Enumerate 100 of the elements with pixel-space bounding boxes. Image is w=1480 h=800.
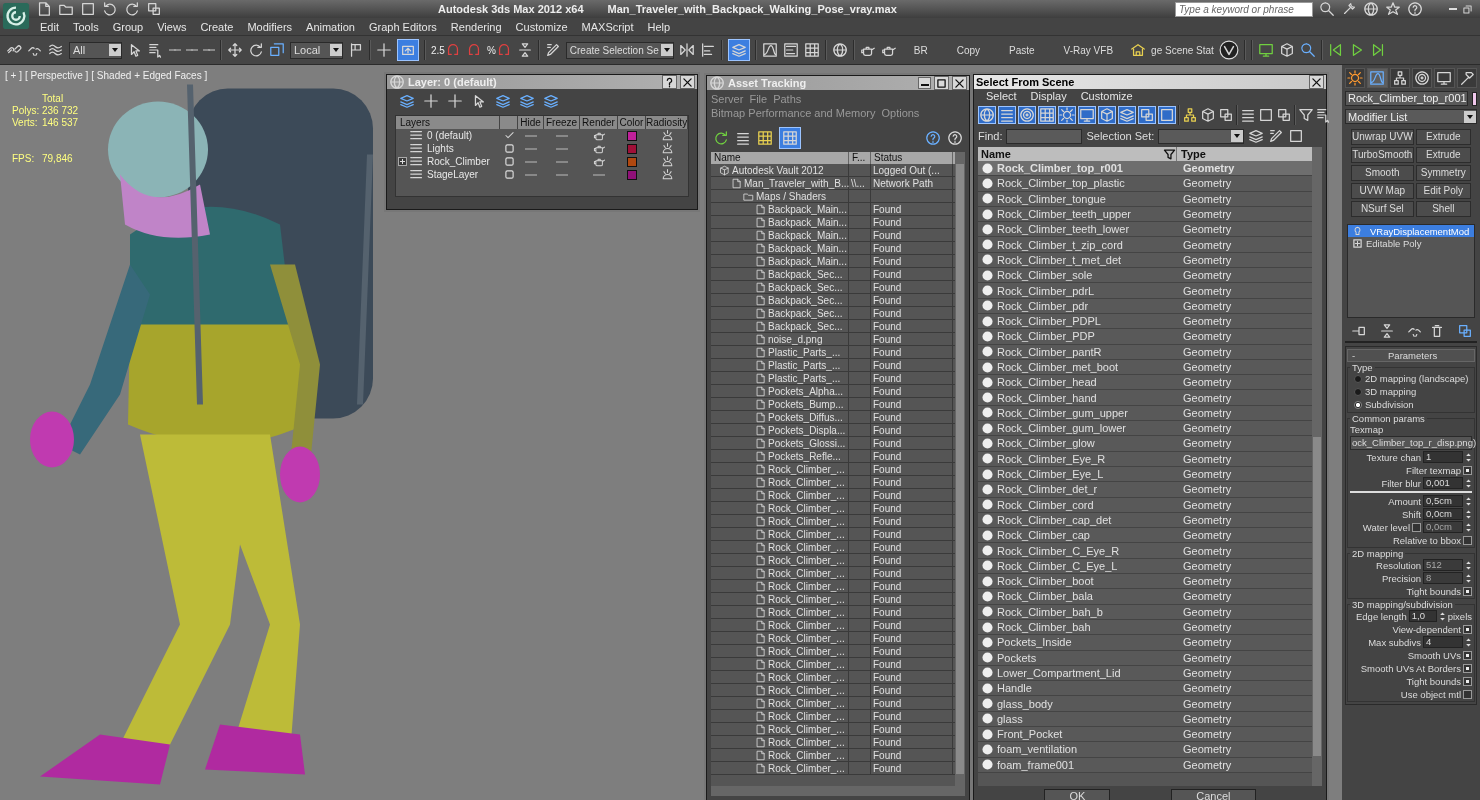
asset-name-cell[interactable]: Rock_Climber_... bbox=[711, 658, 849, 670]
asset-name-cell[interactable]: Rock_Climber_... bbox=[711, 567, 849, 579]
move-icon[interactable] bbox=[227, 42, 243, 58]
flashlight-icon[interactable] bbox=[1299, 42, 1316, 58]
asset-name-cell[interactable]: Pockets_Glossi... bbox=[711, 437, 849, 449]
panel-tab[interactable] bbox=[1345, 68, 1366, 88]
asset-name-cell[interactable]: Rock_Climber_... bbox=[711, 736, 849, 748]
render-frame-icon[interactable] bbox=[1257, 42, 1274, 58]
checkbox[interactable] bbox=[1463, 586, 1472, 596]
asset-name-cell[interactable]: Rock_Climber_... bbox=[711, 749, 849, 761]
modifier-stack-item[interactable]: Editable Poly bbox=[1348, 237, 1474, 249]
panel-tab[interactable] bbox=[1456, 68, 1477, 88]
selection-set-dropdown[interactable] bbox=[1158, 128, 1245, 144]
checkbox-icon[interactable] bbox=[502, 168, 516, 181]
panel-tab[interactable] bbox=[1434, 68, 1455, 88]
asset-name-cell[interactable]: Rock_Climber_... bbox=[711, 580, 849, 592]
mirror-icon[interactable] bbox=[678, 42, 695, 58]
object-color-swatch[interactable] bbox=[1471, 91, 1477, 106]
asset-name-cell[interactable]: Rock_Climber_... bbox=[711, 619, 849, 631]
viewport-label[interactable]: [ Shaded + Edged Faces ] bbox=[91, 70, 208, 81]
spinner-snap-icon[interactable] bbox=[516, 42, 533, 58]
percent-snap-toggle[interactable]: % bbox=[486, 42, 512, 58]
checkbox[interactable] bbox=[1463, 676, 1472, 686]
asset-name-cell[interactable]: Maps / Shaders bbox=[711, 190, 849, 202]
object-row[interactable]: Pockets_Inside Geometry bbox=[978, 635, 1312, 651]
light-icon[interactable] bbox=[1058, 106, 1076, 124]
star-icon[interactable] bbox=[1385, 1, 1401, 17]
menu-item[interactable]: Create bbox=[193, 20, 241, 33]
filter-toggle-icon[interactable] bbox=[1078, 106, 1096, 124]
modifier-list-dropdown[interactable]: Modifier List bbox=[1345, 109, 1477, 124]
spinner-arrows-icon[interactable] bbox=[1465, 521, 1472, 533]
asset-name-cell[interactable]: Backpack_Main... bbox=[711, 203, 849, 215]
modifier-button[interactable]: Unwrap UVW bbox=[1351, 129, 1414, 145]
pivot-icon[interactable] bbox=[348, 42, 364, 58]
modifier-button[interactable]: Edit Poly bbox=[1415, 183, 1471, 199]
layer-select-icon[interactable] bbox=[519, 93, 535, 109]
align-icon[interactable] bbox=[699, 42, 716, 58]
asset-name-cell[interactable]: Backpack_Sec... bbox=[711, 320, 849, 332]
help-icon[interactable] bbox=[1407, 1, 1423, 17]
filter-icon[interactable] bbox=[1298, 107, 1314, 123]
spinner-arrows-icon[interactable] bbox=[1465, 559, 1472, 571]
snap-toggle[interactable]: 2.5 bbox=[431, 42, 461, 58]
viewport-label[interactable]: [ + ] bbox=[5, 70, 22, 81]
restore-icon[interactable] bbox=[1461, 2, 1474, 16]
thumbnail-icon[interactable] bbox=[757, 130, 773, 146]
filter-toggle-icon[interactable] bbox=[1158, 106, 1176, 124]
object-row[interactable]: Rock_Climber_head Geometry bbox=[978, 375, 1312, 391]
search-field[interactable]: Type a keyword or phrase bbox=[1175, 1, 1313, 17]
filter-toggle-icon[interactable] bbox=[1118, 106, 1136, 124]
spinner-arrows-icon[interactable] bbox=[1465, 508, 1472, 520]
layer-color-swatch[interactable] bbox=[627, 169, 637, 180]
layer-name[interactable]: 0 (default) bbox=[427, 130, 473, 141]
column-header[interactable]: Hide bbox=[518, 116, 544, 129]
column-header[interactable]: Radiosity bbox=[646, 116, 688, 129]
asset-name-cell[interactable]: Rock_Climber_... bbox=[711, 697, 849, 709]
sort-icon[interactable] bbox=[1316, 107, 1332, 123]
asset-name-cell[interactable]: Pockets_Alpha... bbox=[711, 385, 849, 397]
checkbox[interactable] bbox=[1463, 624, 1472, 634]
object-row[interactable]: Rock_Climber_cap Geometry bbox=[978, 528, 1312, 544]
radio-option[interactable]: 3D mapping bbox=[1350, 386, 1472, 398]
menu-item[interactable]: Options bbox=[879, 107, 924, 121]
spinner-field[interactable]: 4 bbox=[1423, 636, 1463, 648]
menu-item[interactable]: Graph Editors bbox=[361, 20, 444, 33]
viewport-label[interactable]: [ Perspective ] bbox=[24, 70, 89, 81]
layer-name[interactable]: Rock_Climber bbox=[427, 156, 490, 167]
menu-item[interactable]: Edit bbox=[33, 20, 66, 33]
object-row[interactable]: Rock_Climber_pdrL Geometry bbox=[978, 283, 1312, 299]
menu-item[interactable]: Paths bbox=[771, 93, 806, 107]
modifier-button[interactable]: TurboSmooth bbox=[1351, 147, 1414, 163]
checkbox[interactable] bbox=[1463, 650, 1472, 660]
menu-item[interactable]: File bbox=[747, 93, 772, 107]
rollout-header[interactable]: - Parameters bbox=[1347, 349, 1475, 362]
asset-name-cell[interactable]: Backpack_Main... bbox=[711, 255, 849, 267]
asset-name-cell[interactable]: Rock_Climber_... bbox=[711, 515, 849, 527]
modifier-button[interactable]: UVW Map bbox=[1351, 183, 1414, 199]
menu-item[interactable]: Server bbox=[709, 93, 748, 107]
select-all-icon[interactable] bbox=[1240, 107, 1256, 123]
radio-dot[interactable] bbox=[1354, 375, 1362, 383]
object-row[interactable]: Rock_Climber_top_r001 Geometry bbox=[978, 161, 1312, 177]
save-set-icon[interactable] bbox=[1248, 128, 1265, 144]
layer-name[interactable]: Lights bbox=[427, 143, 454, 154]
column-header[interactable]: Render bbox=[580, 116, 618, 129]
vray-logo-icon[interactable] bbox=[1218, 40, 1239, 60]
checkbox-icon[interactable] bbox=[502, 155, 516, 168]
wrench-icon[interactable] bbox=[1341, 1, 1357, 17]
expand-icon[interactable] bbox=[1351, 236, 1364, 250]
menu-item[interactable]: Animation bbox=[299, 20, 362, 33]
maximize-button[interactable] bbox=[934, 76, 949, 90]
object-row[interactable]: Rock_Climber_top_plastic Geometry bbox=[978, 176, 1312, 192]
redo-icon[interactable] bbox=[124, 1, 140, 17]
curve-editor-icon[interactable] bbox=[761, 42, 778, 58]
column-header[interactable]: Layers bbox=[396, 116, 500, 129]
toolbar-text-button[interactable]: Copy bbox=[944, 44, 993, 56]
asset-name-cell[interactable]: Rock_Climber_... bbox=[711, 671, 849, 683]
highlight-layer-icon[interactable] bbox=[495, 93, 511, 109]
spinner-arrows-icon[interactable] bbox=[1438, 610, 1446, 622]
asset-name-cell[interactable]: Rock_Climber_... bbox=[711, 541, 849, 553]
edit-named-selection-icon[interactable] bbox=[544, 42, 561, 58]
object-row[interactable]: Rock_Climber_sole Geometry bbox=[978, 268, 1312, 284]
remove-modifier-icon[interactable] bbox=[1429, 323, 1445, 339]
